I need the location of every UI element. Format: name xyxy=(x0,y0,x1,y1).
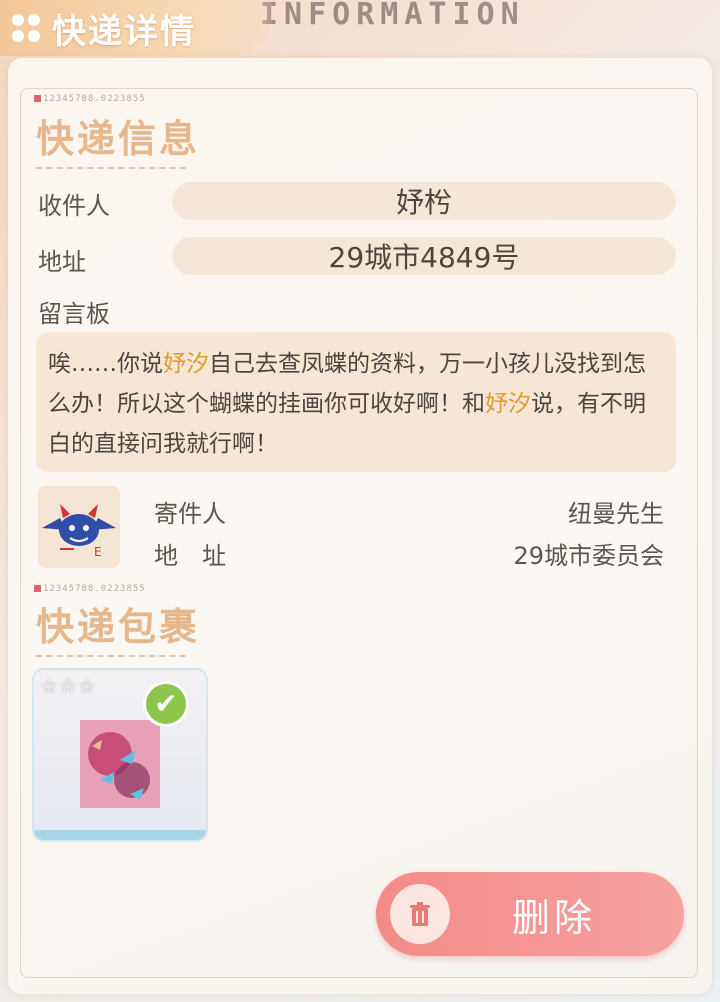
info-serial: 12345788.0223855 xyxy=(34,94,146,104)
message-box: 唉……你说妤汐自己去查凤蝶的资料，万一小孩儿没找到怎么办！所以这个蝴蝶的挂画你可… xyxy=(36,332,676,472)
message-name-highlight: 妤汐 xyxy=(163,351,209,377)
package-serial: 12345788.0223855 xyxy=(34,584,146,594)
trash-icon xyxy=(390,884,450,944)
delete-label: 删除 xyxy=(512,895,597,940)
svg-text:E: E xyxy=(94,545,102,559)
title-bar: 快递详情 xyxy=(0,0,272,56)
sender-value: 纽曼先生 xyxy=(568,500,664,528)
package-item-card[interactable]: ☆☆☆ ✔ xyxy=(34,670,206,840)
address-value: 29城市4849号 xyxy=(172,237,676,275)
menu-grid-icon[interactable] xyxy=(12,14,40,42)
devil-bat-icon: E xyxy=(42,504,116,559)
package-section-title: 快递包裹 xyxy=(36,596,200,657)
butterfly-painting-icon xyxy=(80,720,160,808)
message-label: 留言板 xyxy=(38,300,110,328)
recipient-value: 妤枍 xyxy=(172,182,676,220)
rarity-stars: ☆☆☆ xyxy=(40,674,97,698)
sender-label: 寄件人 xyxy=(154,500,226,528)
card-bottom-bar xyxy=(34,830,206,840)
recipient-label: 收件人 xyxy=(38,192,110,220)
sender-address-label: 地 址 xyxy=(154,542,226,570)
info-section-title: 快递信息 xyxy=(36,108,200,169)
message-text: 唉……你说 xyxy=(48,351,163,377)
header-deco-text: INFORMATION xyxy=(260,0,525,30)
sender-address-value: 29城市委员会 xyxy=(513,542,664,570)
delete-button[interactable]: 删除 xyxy=(376,872,684,956)
detail-frame xyxy=(20,88,698,978)
address-label: 地址 xyxy=(38,248,86,276)
sender-avatar: E xyxy=(38,486,120,568)
detail-panel: 12345788.0223855 快递信息 收件人 妤枍 地址 29城市4849… xyxy=(8,58,712,994)
message-name-highlight: 妤汐 xyxy=(485,391,531,417)
selected-check-icon: ✔ xyxy=(146,684,186,724)
page-title: 快递详情 xyxy=(52,11,196,52)
